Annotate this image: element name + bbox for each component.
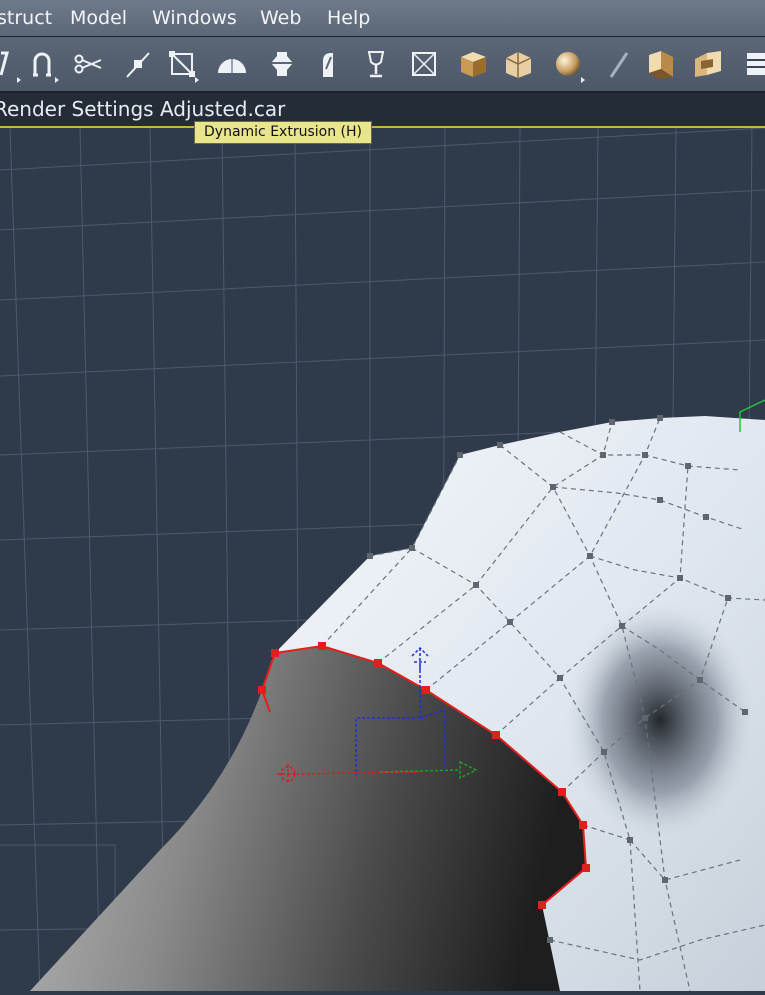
cube-shade-icon <box>505 52 532 78</box>
cube-primitive-button[interactable] <box>455 45 491 83</box>
dome-tool-icon <box>218 59 246 73</box>
magnet-tool-button[interactable] <box>24 45 60 83</box>
menu-bar: struct Model Windows Web Help <box>0 0 765 37</box>
lathe-tool-button[interactable] <box>264 45 300 83</box>
cube-primitive-icon <box>461 52 486 77</box>
fold-gold-button[interactable] <box>690 45 726 83</box>
scissors-tool-icon <box>74 54 102 74</box>
menu-help[interactable]: Help <box>327 7 370 29</box>
goblet-tool-button[interactable] <box>358 45 394 83</box>
pen-tool-button[interactable] <box>600 45 636 83</box>
bend-tool-button[interactable] <box>310 45 346 83</box>
lathe-tool-icon <box>271 52 293 76</box>
box-select-tool-icon <box>169 51 195 77</box>
point-tool-icon <box>126 52 150 78</box>
hook-tool-button[interactable] <box>0 45 22 83</box>
menu-web[interactable]: Web <box>260 7 301 29</box>
sphere-primitive-icon <box>556 52 580 76</box>
dome-tool-button[interactable] <box>214 45 250 83</box>
document-title-bar: Render Settings Adjusted.car <box>0 93 765 128</box>
boxed-x-tool-button[interactable] <box>406 45 442 83</box>
mesh-shadow <box>565 600 755 840</box>
boxed-x-tool-icon <box>412 52 436 76</box>
cube-shade-button[interactable] <box>500 45 536 83</box>
list-tool-button[interactable] <box>738 45 765 83</box>
pen-tool-icon <box>609 52 629 78</box>
document-title: Render Settings Adjusted.car <box>0 97 286 121</box>
box-select-tool-button[interactable] <box>164 45 200 83</box>
fold-gold-icon <box>695 51 721 77</box>
point-tool-button[interactable] <box>120 45 156 83</box>
viewport-canvas[interactable] <box>0 127 765 992</box>
list-tool-icon <box>747 53 765 75</box>
bend-tool-icon <box>323 53 333 77</box>
scissors-tool-button[interactable] <box>70 45 106 83</box>
toolbar <box>0 37 765 93</box>
magnet-tool-icon <box>33 52 51 77</box>
extrude-gold-button[interactable] <box>644 45 680 83</box>
menu-windows[interactable]: Windows <box>152 7 237 29</box>
tooltip: Dynamic Extrusion (H) <box>194 121 372 144</box>
hook-tool-icon <box>0 51 9 76</box>
goblet-tool-icon <box>367 51 385 78</box>
extrude-gold-icon <box>649 51 673 79</box>
menu-construct[interactable]: struct <box>0 7 52 29</box>
sphere-primitive-button[interactable] <box>550 45 586 83</box>
3d-viewport[interactable] <box>0 127 765 992</box>
menu-model[interactable]: Model <box>70 7 127 29</box>
